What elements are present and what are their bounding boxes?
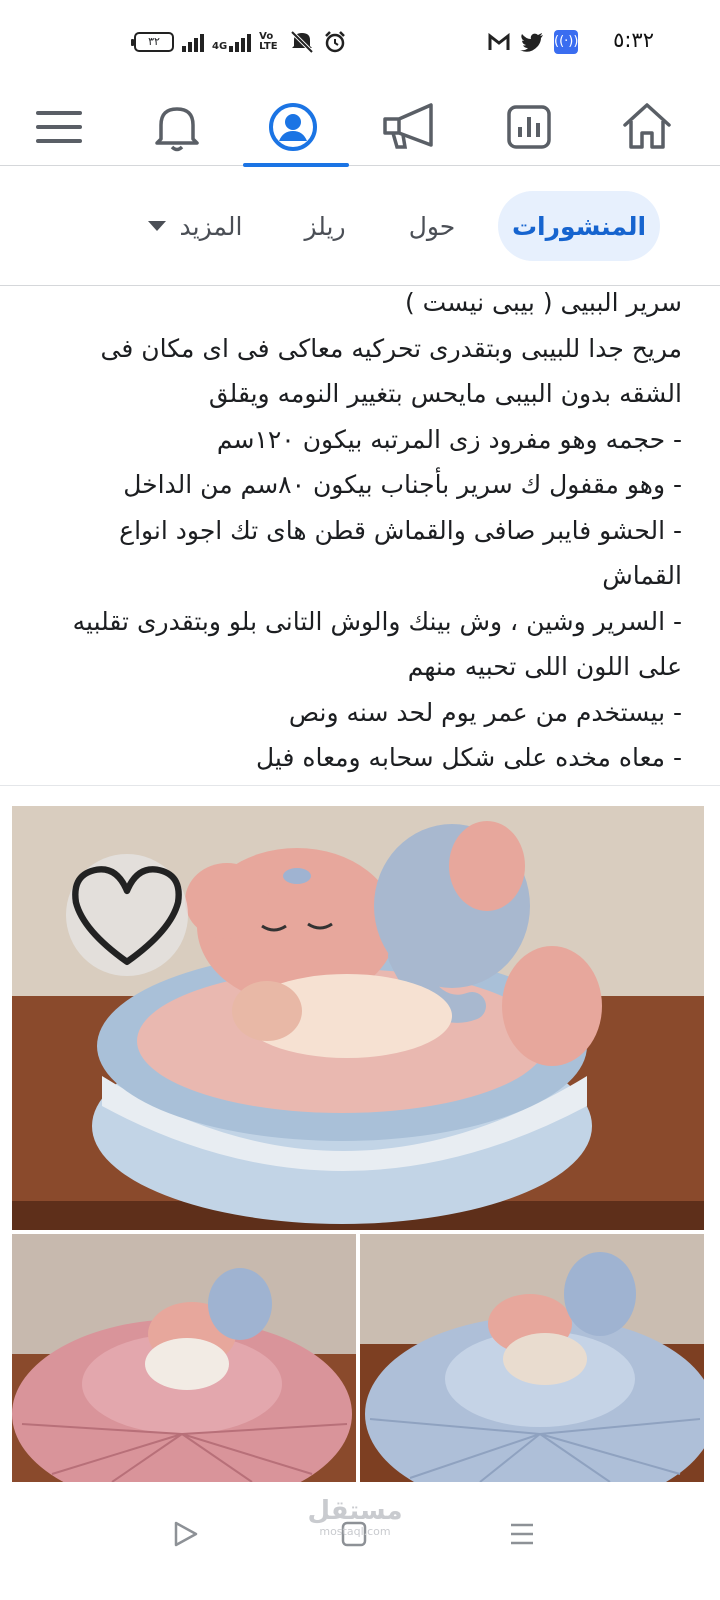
nav-notifications[interactable] <box>122 88 232 166</box>
like-button[interactable] <box>66 854 188 976</box>
heart-icon <box>72 866 182 966</box>
watermark-text: مستقل <box>307 1496 403 1526</box>
tab-about[interactable]: حول <box>392 191 472 261</box>
recents-button[interactable] <box>492 1504 552 1564</box>
system-nav-bar: مستقل mostaql.com <box>0 1482 720 1600</box>
pink-nest-illustration <box>12 1234 356 1482</box>
post-line: - الحشو فايبر صافى والقماش قطن هاى تك اج… <box>119 515 682 545</box>
menu-icon <box>36 111 82 143</box>
back-icon <box>174 1521 198 1547</box>
network-label: 4G <box>212 41 228 52</box>
mute-icon <box>290 30 314 54</box>
recents-icon <box>511 1523 533 1545</box>
post-line: - بيستخدم من عمر يوم لحد سنه ونص <box>288 697 682 727</box>
4g-signal-icon: 4G <box>212 32 252 52</box>
post-line: سرير الببيى ( بيبى نيست ) <box>404 288 682 317</box>
battery-level: ٣٢ <box>148 35 160 48</box>
post-line: القماش <box>602 561 682 590</box>
tab-more[interactable]: المزيد <box>130 191 260 261</box>
profile-icon <box>269 103 317 151</box>
tab-posts[interactable]: المنشورات <box>498 191 660 261</box>
bell-icon <box>155 107 199 152</box>
post-text: سرير الببيى ( بيبى نيست ) مريح جدا للبيب… <box>0 270 720 786</box>
nav-ads[interactable] <box>356 88 466 166</box>
radio-icon: ((·)) <box>554 30 578 54</box>
watermark: مستقل mostaql.com <box>300 1496 410 1538</box>
status-time: ٥:٣٢ <box>613 28 654 52</box>
nav-menu[interactable] <box>4 88 114 166</box>
baby-nest-pink-photo[interactable] <box>12 1234 356 1482</box>
dashboard-icon <box>507 105 551 149</box>
twitter-icon <box>520 33 543 52</box>
signal-icon <box>182 32 204 52</box>
post-line: - حجمه وهو مفرود زى المرتبه بيكون ١٢٠سم <box>216 424 682 454</box>
nav-dashboard[interactable] <box>474 88 584 166</box>
volte-icon: Vo LTE <box>259 31 278 52</box>
post-line: - معاه مخده على شكل سحابه ومعاه فيل <box>255 743 682 772</box>
profile-tabs: المنشورات حول ريلز المزيد <box>0 166 720 286</box>
blue-nest-illustration <box>360 1234 704 1482</box>
post-line: على اللون اللى تحبيه منهم <box>407 652 682 681</box>
post-photos <box>12 806 704 1482</box>
status-left-icons: ٣٢ 4G Vo LTE <box>131 30 347 54</box>
megaphone-icon <box>383 103 433 149</box>
tab-reels[interactable]: ريلز <box>290 191 360 261</box>
baby-nest-blue-flat-photo[interactable] <box>360 1234 704 1482</box>
watermark-subtext: mostaql.com <box>319 1525 391 1538</box>
post-line: - وهو مقفول ك سرير بأجناب بيكون ٨٠سم من … <box>123 470 682 499</box>
post-lines: سرير الببيى ( بيبى نيست ) مريح جدا للبيب… <box>12 280 682 781</box>
gmail-icon <box>488 33 510 50</box>
nav-home[interactable] <box>592 88 702 166</box>
alarm-icon <box>325 31 346 53</box>
post-line: الشقه بدون البيبى مايحس بتغيير النومه وي… <box>208 379 682 408</box>
status-bar: ٣٢ 4G Vo LTE ((·)) ٥:٣٢ <box>0 0 720 88</box>
caret-down-icon <box>147 221 166 231</box>
back-button[interactable] <box>155 1504 215 1564</box>
post-line: - السرير وشين ، وش بينك والوش التانى بلو… <box>72 606 682 636</box>
post-line: مريح جدا للبيبى وبتقدرى تحركيه معاكى فى … <box>100 333 682 363</box>
baby-nest-blue-photo[interactable] <box>12 806 704 1230</box>
battery-icon: ٣٢ <box>131 32 174 52</box>
top-nav <box>0 88 720 167</box>
tab-more-label: المزيد <box>179 211 243 241</box>
nav-profile[interactable] <box>238 88 349 167</box>
status-right-icons: ((·)) <box>488 30 578 54</box>
home-icon <box>623 103 671 149</box>
